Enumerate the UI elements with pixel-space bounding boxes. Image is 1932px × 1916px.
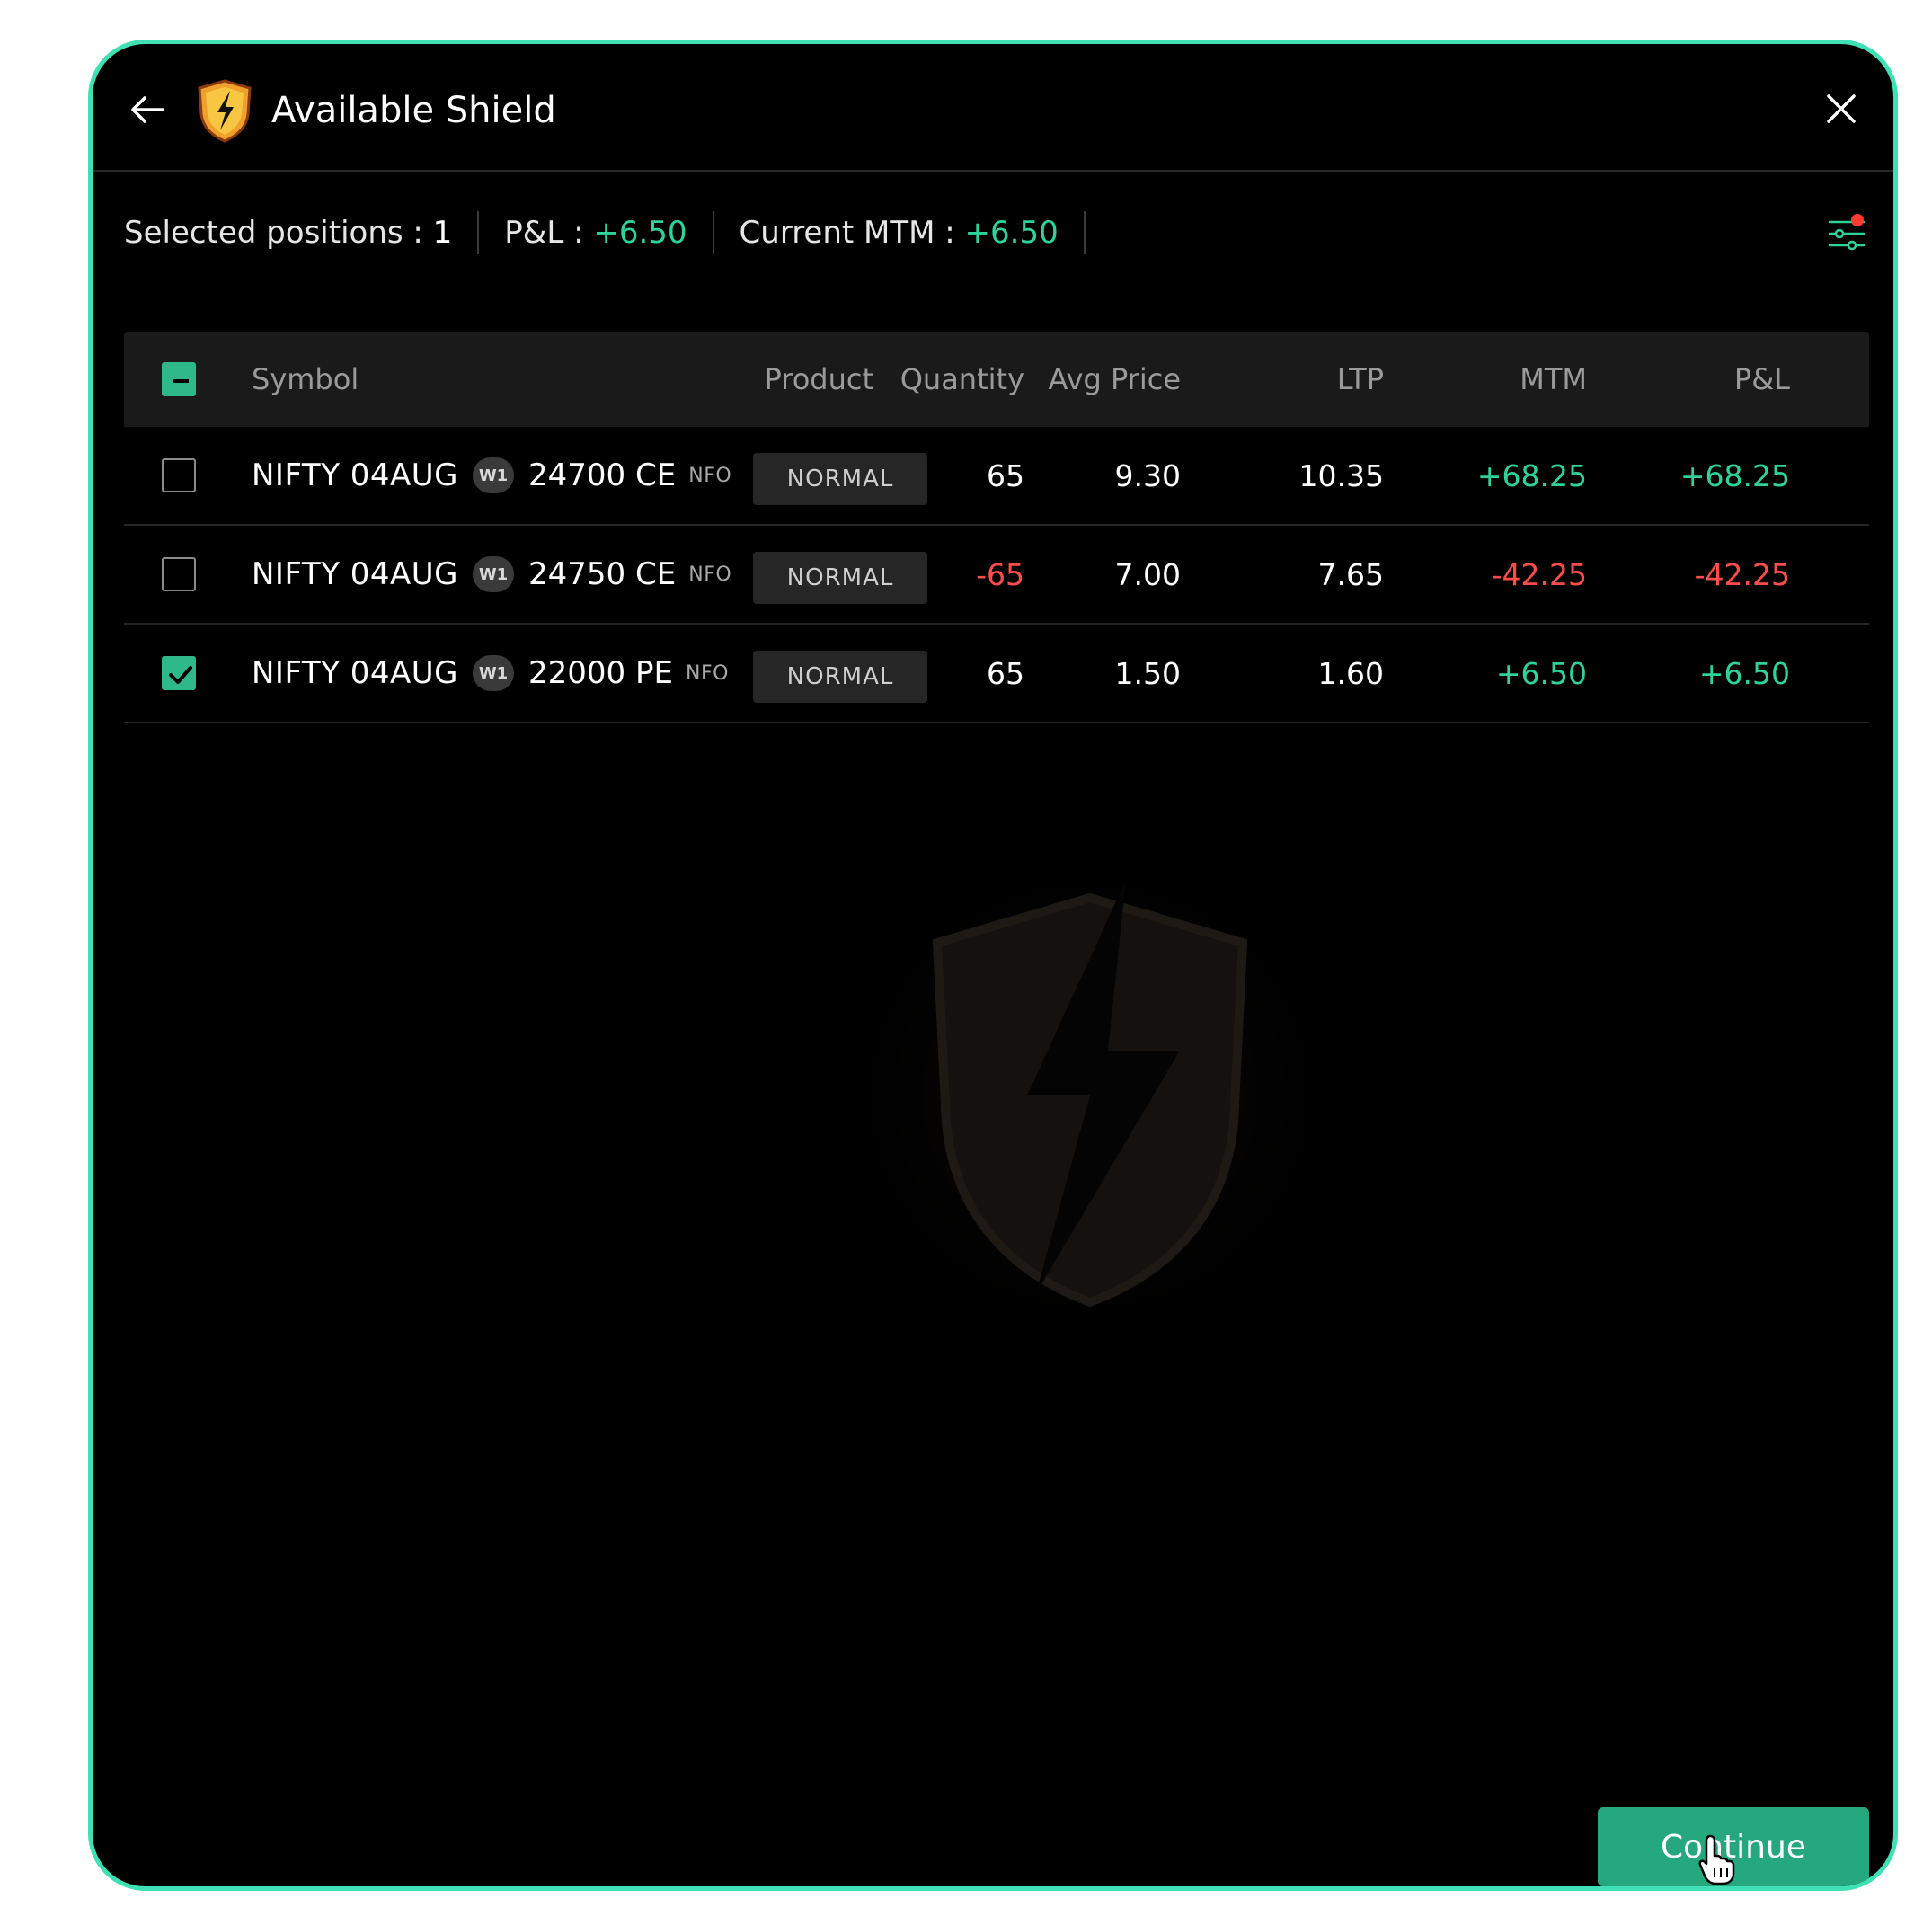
row-checkbox[interactable] xyxy=(162,458,196,492)
column-header-avg-price: Avg Price xyxy=(1048,362,1182,396)
divider xyxy=(477,211,480,254)
quantity-cell: 65 xyxy=(987,457,1024,493)
mtm-cell: +6.50 xyxy=(1495,655,1587,691)
divider xyxy=(712,211,714,254)
modal-title: Available Shield xyxy=(271,90,556,131)
avg-price-cell: 7.00 xyxy=(1114,556,1181,592)
avg-price-cell: 9.30 xyxy=(1114,457,1181,493)
ltp-cell: 7.65 xyxy=(1317,556,1384,592)
pnl-cell: +68.25 xyxy=(1679,457,1790,493)
shield-lightning-icon xyxy=(196,78,253,143)
column-header-quantity: Quantity xyxy=(900,362,1024,396)
symbol-cell: NIFTY 04AUG W1 24700 CE NFO xyxy=(252,427,731,524)
hand-pointer-cursor-icon xyxy=(1698,1834,1735,1885)
exchange-label: NFO xyxy=(685,661,729,685)
column-header-pnl: P&L xyxy=(1733,362,1790,396)
current-mtm-label: Current MTM : xyxy=(739,215,965,251)
pnl-cell: +6.50 xyxy=(1698,655,1790,691)
selected-positions: Selected positions : 1 xyxy=(124,215,452,251)
positions-table: Symbol Product Quantity Avg Price LTP MT… xyxy=(124,332,1869,723)
symbol-name: NIFTY 04AUG xyxy=(252,556,459,592)
table-header: Symbol Product Quantity Avg Price LTP MT… xyxy=(124,332,1869,427)
ltp-cell: 1.60 xyxy=(1317,655,1384,691)
table-body: NIFTY 04AUG W1 24700 CE NFO NORMAL 65 9.… xyxy=(124,427,1869,723)
symbol-cell: NIFTY 04AUG W1 22000 PE NFO xyxy=(252,625,729,722)
row-checkbox[interactable] xyxy=(162,656,196,690)
strike-label: 24750 CE xyxy=(528,556,677,592)
strike-label: 22000 PE xyxy=(528,655,673,691)
avg-price-cell: 1.50 xyxy=(1114,655,1181,691)
column-header-ltp: LTP xyxy=(1336,362,1384,396)
symbol-name: NIFTY 04AUG xyxy=(252,655,459,691)
filter-sliders-icon xyxy=(1828,214,1866,251)
selected-positions-value: 1 xyxy=(432,215,453,251)
ltp-cell: 10.35 xyxy=(1298,457,1384,493)
column-header-symbol: Symbol xyxy=(252,362,359,396)
arrow-left-icon xyxy=(131,96,164,123)
close-icon xyxy=(1827,94,1856,123)
shield-watermark-icon xyxy=(820,835,1360,1356)
weekly-expiry-badge: W1 xyxy=(473,556,515,592)
filter-button[interactable] xyxy=(1827,211,1866,254)
exchange-label: NFO xyxy=(688,464,732,487)
checkmark-icon xyxy=(169,666,192,684)
summary-pnl-label: P&L : xyxy=(504,215,594,251)
weekly-expiry-badge: W1 xyxy=(473,655,515,691)
table-row[interactable]: NIFTY 04AUG W1 22000 PE NFO NORMAL 65 1.… xyxy=(124,625,1869,723)
mtm-cell: -42.25 xyxy=(1491,556,1587,592)
current-mtm: Current MTM : +6.50 xyxy=(740,215,1059,251)
symbol-cell: NIFTY 04AUG W1 24750 CE NFO xyxy=(252,526,731,623)
summary-pnl: P&L : +6.50 xyxy=(504,215,687,251)
close-button[interactable] xyxy=(1823,91,1859,127)
current-mtm-value: +6.50 xyxy=(964,215,1059,251)
minus-icon xyxy=(173,379,189,383)
quantity-cell: -65 xyxy=(976,556,1024,592)
table-row[interactable]: NIFTY 04AUG W1 24700 CE NFO NORMAL 65 9.… xyxy=(124,427,1869,526)
available-shield-modal: Available Shield Selected positions : 1 … xyxy=(88,40,1898,1891)
pnl-cell: -42.25 xyxy=(1694,556,1790,592)
summary-pnl-value: +6.50 xyxy=(593,215,687,251)
divider xyxy=(1083,211,1086,254)
quantity-cell: 65 xyxy=(987,655,1024,691)
symbol-name: NIFTY 04AUG xyxy=(252,457,459,493)
row-checkbox[interactable] xyxy=(162,557,196,591)
selected-positions-label: Selected positions : xyxy=(124,215,433,251)
table-row[interactable]: NIFTY 04AUG W1 24750 CE NFO NORMAL -65 7… xyxy=(124,526,1869,625)
strike-label: 24700 CE xyxy=(528,457,677,493)
back-button[interactable] xyxy=(127,89,168,130)
mtm-cell: +68.25 xyxy=(1476,457,1587,493)
weekly-expiry-badge: W1 xyxy=(473,457,515,493)
column-header-product: Product xyxy=(764,362,874,396)
positions-summary: Selected positions : 1 P&L : +6.50 Curre… xyxy=(124,206,1111,260)
exchange-label: NFO xyxy=(688,563,732,586)
select-all-checkbox[interactable] xyxy=(162,362,196,396)
column-header-mtm: MTM xyxy=(1520,362,1587,396)
modal-header: Available Shield xyxy=(93,44,1893,172)
